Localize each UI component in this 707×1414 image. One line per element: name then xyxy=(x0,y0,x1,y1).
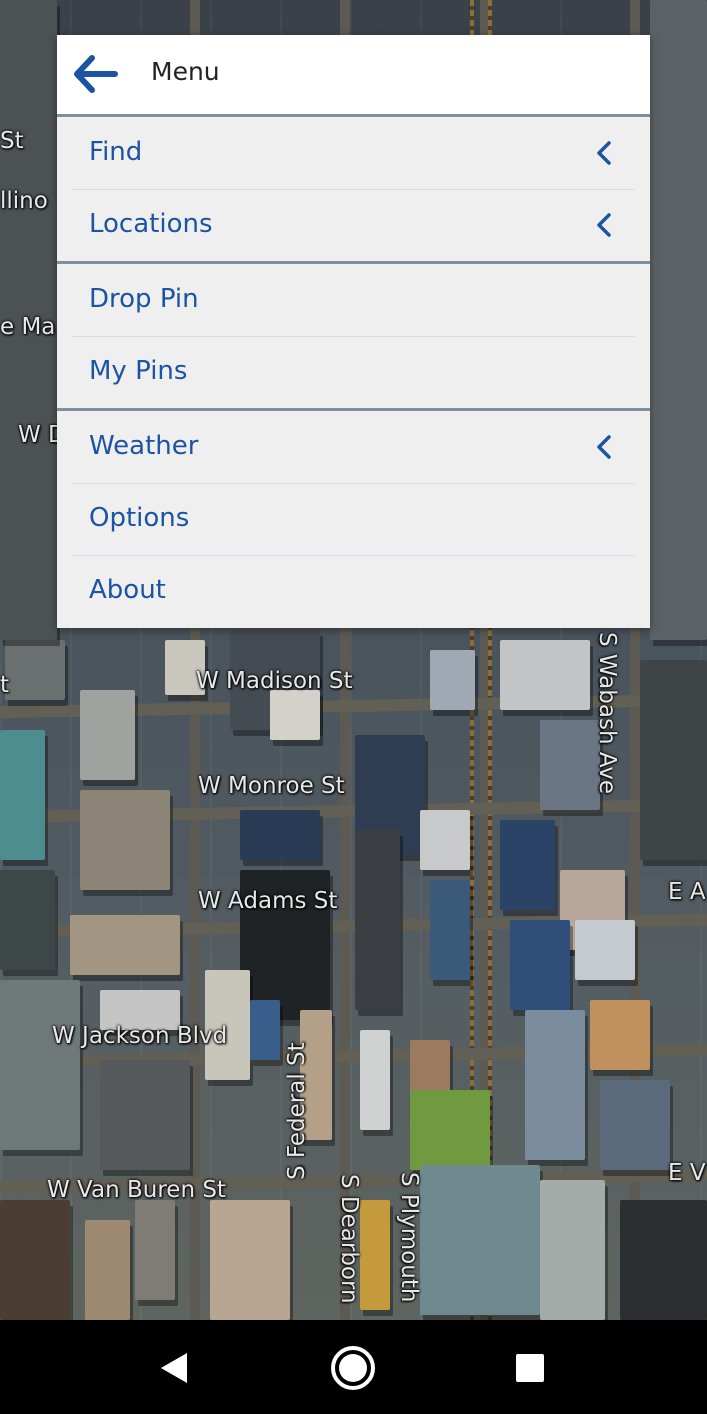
menu-item-label: About xyxy=(89,575,166,605)
street-label: S Wabash Ave xyxy=(594,632,620,794)
menu-item-find[interactable]: Find xyxy=(57,117,650,189)
street-label: W Monroe St xyxy=(198,773,345,799)
street-label: St xyxy=(0,128,24,154)
menu-item-weather[interactable]: Weather xyxy=(57,411,650,483)
street-label: t xyxy=(0,672,10,698)
menu-group-pins: Drop Pin My Pins xyxy=(57,264,650,411)
menu-item-label: My Pins xyxy=(89,356,188,386)
street-label: llino xyxy=(0,188,48,214)
street-label: W Madison St xyxy=(196,668,353,694)
street-label: W Jackson Blvd xyxy=(52,1023,228,1049)
nav-home-button[interactable] xyxy=(329,1344,377,1392)
street-label: S Plymouth xyxy=(396,1172,422,1303)
street-label: W Adams St xyxy=(198,888,338,914)
arrow-left-icon xyxy=(74,55,118,93)
menu-item-about[interactable]: About xyxy=(57,555,650,627)
circle-home-icon xyxy=(331,1346,375,1390)
menu-header: Menu xyxy=(57,35,650,117)
menu-group-settings: Weather Options About xyxy=(57,411,650,627)
menu-item-label: Locations xyxy=(89,209,213,239)
chevron-left-icon xyxy=(597,435,611,459)
street-label: E A xyxy=(668,879,706,905)
square-recents-icon xyxy=(516,1354,544,1382)
back-button[interactable] xyxy=(67,50,123,98)
menu-item-label: Find xyxy=(89,137,143,167)
triangle-back-icon xyxy=(161,1353,187,1383)
nav-recents-button[interactable] xyxy=(506,1344,554,1392)
chevron-left-icon xyxy=(597,141,611,165)
menu-item-label: Weather xyxy=(89,431,199,461)
menu-item-my-pins[interactable]: My Pins xyxy=(57,336,650,408)
menu-title: Menu xyxy=(151,57,220,86)
street-label: e Ma xyxy=(0,314,56,340)
menu-group-search: Find Locations xyxy=(57,117,650,264)
menu-item-drop-pin[interactable]: Drop Pin xyxy=(57,264,650,336)
street-label: W Van Buren St xyxy=(47,1177,226,1203)
street-label: E V xyxy=(668,1160,706,1186)
nav-back-button[interactable] xyxy=(150,1344,198,1392)
menu-panel: Menu Find Locations Drop Pin My Pins Wea… xyxy=(57,35,650,628)
menu-item-options[interactable]: Options xyxy=(57,483,650,555)
menu-item-label: Drop Pin xyxy=(89,284,199,314)
street-label: S Dearborn xyxy=(336,1174,362,1304)
street-label: S Federal St xyxy=(284,1042,310,1180)
menu-item-locations[interactable]: Locations xyxy=(57,189,650,261)
system-nav-bar xyxy=(0,1320,707,1414)
chevron-left-icon xyxy=(597,213,611,237)
menu-item-label: Options xyxy=(89,503,190,533)
